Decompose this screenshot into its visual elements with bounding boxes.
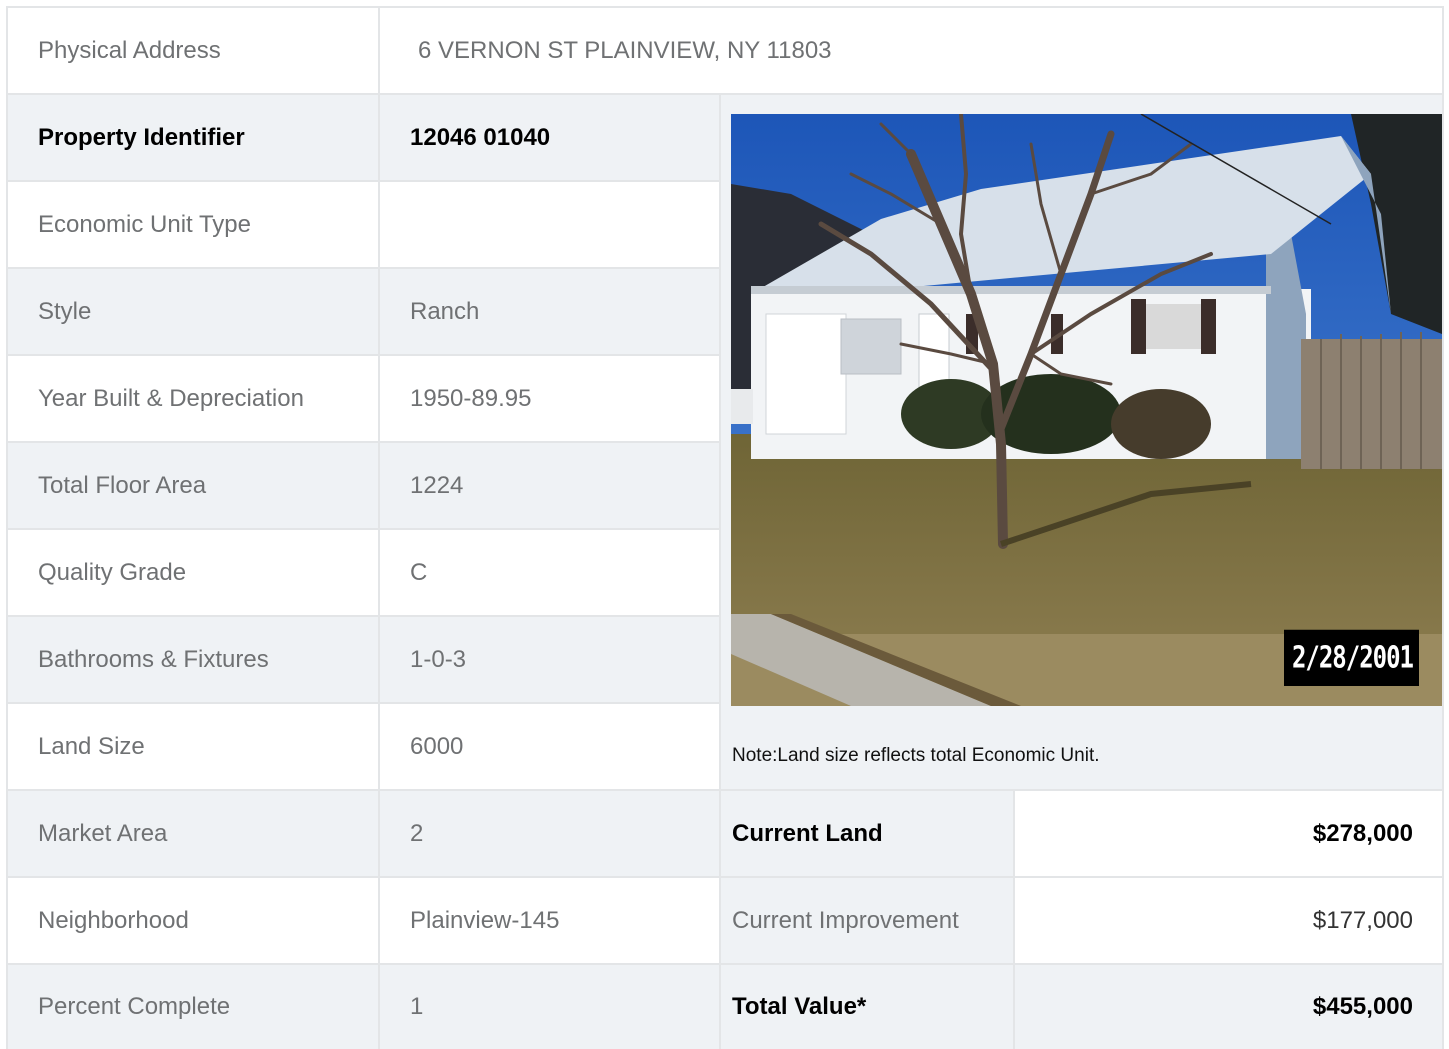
column-divider [1013, 791, 1015, 1049]
land-size-note: Note:Land size reflects total Economic U… [732, 745, 1100, 766]
market-area-label: Market Area [8, 791, 378, 876]
table-border-top [6, 6, 1444, 8]
total-floor-area-label: Total Floor Area [8, 443, 378, 528]
year-built-value: 1950-89.95 [380, 356, 719, 441]
quality-grade-label: Quality Grade [8, 530, 378, 615]
neighborhood-value: Plainview-145 [380, 878, 719, 963]
row-divider [8, 963, 1442, 965]
total-value-label: Total Value* [721, 965, 1013, 1049]
property-photo: 2/28/2001 [731, 114, 1442, 706]
current-land-label: Current Land [721, 791, 1013, 876]
year-built-label: Year Built & Depreciation [8, 356, 378, 441]
row-divider [8, 441, 719, 443]
row-divider [8, 876, 1442, 878]
percent-complete-label: Percent Complete [8, 965, 378, 1049]
row-divider [8, 354, 719, 356]
total-floor-area-value: 1224 [380, 443, 719, 528]
row-divider [8, 180, 719, 182]
quality-grade-value: C [380, 530, 719, 615]
neighborhood-label: Neighborhood [8, 878, 378, 963]
column-divider [719, 95, 721, 1049]
row-divider [8, 615, 719, 617]
current-improvement-label: Current Improvement [721, 878, 1013, 963]
property-identifier-value: 12046 01040 [380, 95, 719, 180]
land-size-label: Land Size [8, 704, 378, 789]
property-identifier-label: Property Identifier [8, 95, 378, 180]
style-label: Style [8, 269, 378, 354]
land-size-value: 6000 [380, 704, 719, 789]
table-border-right [1442, 6, 1444, 1049]
bathrooms-fixtures-value: 1-0-3 [380, 617, 719, 702]
style-value: Ranch [380, 269, 719, 354]
row-divider [8, 93, 1442, 95]
percent-complete-value: 1 [380, 965, 719, 1049]
row-divider [8, 528, 719, 530]
bathrooms-fixtures-label: Bathrooms & Fixtures [8, 617, 378, 702]
economic-unit-type-value [380, 182, 719, 267]
current-improvement-value: $177,000 [1015, 878, 1442, 963]
address-value: 6 VERNON ST PLAINVIEW, NY 11803 [380, 8, 1442, 93]
row-divider [8, 267, 719, 269]
total-value-value: $455,000 [1015, 965, 1442, 1049]
current-land-value: $278,000 [1015, 791, 1442, 876]
market-area-value: 2 [380, 791, 719, 876]
photo-date-stamp: 2/28/2001 [1283, 629, 1419, 686]
address-label: Physical Address [8, 8, 378, 93]
economic-unit-type-label: Economic Unit Type [8, 182, 378, 267]
row-divider [8, 789, 1442, 791]
row-divider [8, 702, 719, 704]
